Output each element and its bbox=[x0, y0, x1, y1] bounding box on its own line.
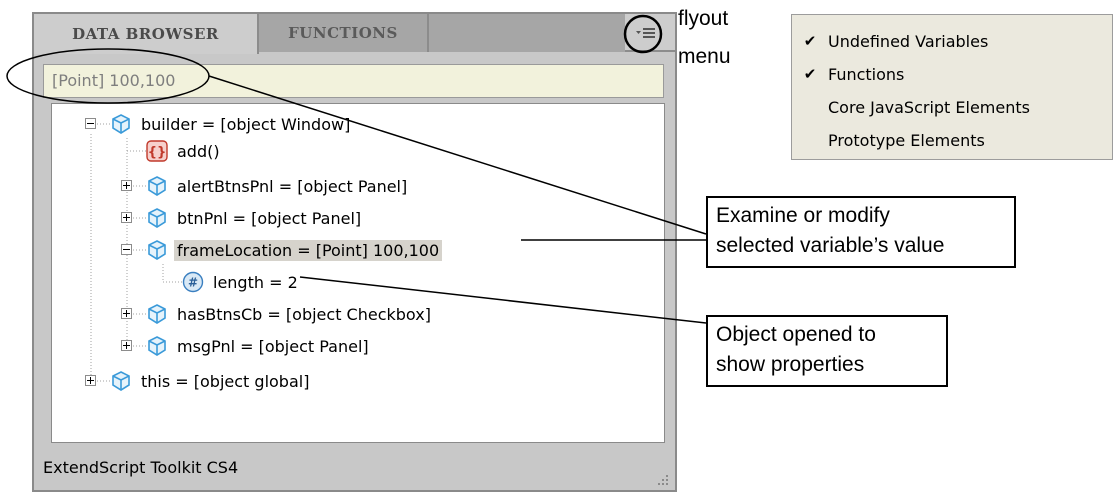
object-cube-icon bbox=[148, 208, 166, 228]
tree-node-label: add() bbox=[177, 141, 220, 161]
data-browser-panel: DATA BROWSER FUNCTIONS [Point] 100,100 b… bbox=[32, 12, 677, 492]
flyout-menu: ✔ Undefined Variables ✔ Functions Core J… bbox=[791, 14, 1113, 160]
callout-line: show properties bbox=[716, 353, 865, 376]
expand-toggle-hasbtnscb[interactable] bbox=[121, 308, 132, 319]
object-cube-icon bbox=[148, 176, 166, 196]
object-cube-icon bbox=[112, 114, 130, 134]
variable-tree: builder = [object Window] {} add() alert… bbox=[51, 103, 665, 443]
object-cube-icon bbox=[148, 240, 166, 260]
menu-item-prototype-elements[interactable]: Prototype Elements bbox=[792, 125, 1112, 155]
callout-examine-value: Examine or modify selected variable’s va… bbox=[706, 196, 1016, 268]
tree-connector-lines bbox=[90, 123, 182, 382]
tree-node-label: alertBtnsPnl = [object Panel] bbox=[177, 176, 408, 196]
collapse-toggle-builder[interactable] bbox=[85, 118, 96, 129]
tree-node-add[interactable]: {} add() bbox=[146, 140, 223, 162]
svg-text:#: # bbox=[188, 276, 198, 290]
svg-text:{}: {} bbox=[148, 145, 167, 160]
tree-node-builder[interactable]: builder = [object Window] bbox=[110, 113, 353, 135]
tree-node-framelocation[interactable]: frameLocation = [Point] 100,100 bbox=[146, 239, 443, 261]
number-hash-icon: # bbox=[182, 271, 204, 293]
tree-node-hasbtnscb[interactable]: hasBtnsCb = [object Checkbox] bbox=[146, 303, 434, 325]
object-cube-icon bbox=[148, 304, 166, 324]
tab-data-browser[interactable]: DATA BROWSER bbox=[34, 14, 259, 54]
menu-item-undefined-variables[interactable]: ✔ Undefined Variables bbox=[792, 26, 1112, 56]
tab-bar-filler bbox=[429, 14, 625, 52]
menu-item-label: Undefined Variables bbox=[828, 31, 989, 51]
tree-node-btnpnl[interactable]: btnPnl = [object Panel] bbox=[146, 207, 364, 229]
tree-node-label: hasBtnsCb = [object Checkbox] bbox=[177, 304, 431, 324]
callout-line: Object opened to bbox=[716, 323, 876, 346]
menu-item-label: Functions bbox=[828, 64, 905, 84]
checkmark-icon: ✔ bbox=[803, 32, 817, 50]
variable-value-field[interactable]: [Point] 100,100 bbox=[43, 64, 664, 98]
tab-bar: DATA BROWSER FUNCTIONS bbox=[34, 14, 675, 54]
expand-toggle-alertbtnspnl[interactable] bbox=[121, 180, 132, 191]
callout-line: selected variable’s value bbox=[716, 234, 945, 257]
expand-toggle-this[interactable] bbox=[85, 375, 96, 386]
annotation-flyout-line1: flyout bbox=[678, 7, 729, 30]
status-text: ExtendScript Toolkit CS4 bbox=[43, 458, 239, 477]
tree-node-label: builder = [object Window] bbox=[141, 114, 351, 134]
tree-node-this[interactable]: this = [object global] bbox=[110, 370, 312, 392]
tree-node-label: this = [object global] bbox=[141, 371, 310, 391]
callout-object-opened: Object opened to show properties bbox=[706, 315, 948, 387]
status-bar: ExtendScript Toolkit CS4 bbox=[34, 446, 675, 490]
annotation-flyout-line2: menu bbox=[678, 45, 731, 68]
tree-node-label: length = 2 bbox=[213, 272, 298, 292]
menu-item-core-javascript-elements[interactable]: Core JavaScript Elements bbox=[792, 92, 1112, 122]
flyout-menu-icon bbox=[636, 28, 655, 38]
tab-functions[interactable]: FUNCTIONS bbox=[259, 14, 429, 52]
expand-toggle-msgpnl[interactable] bbox=[121, 340, 132, 351]
tree-node-msgpnl[interactable]: msgPnl = [object Panel] bbox=[146, 335, 372, 357]
object-cube-icon bbox=[148, 336, 166, 356]
menu-item-label: Core JavaScript Elements bbox=[828, 97, 1030, 117]
collapse-toggle-framelocation[interactable] bbox=[121, 244, 132, 255]
function-braces-icon: {} bbox=[146, 140, 168, 162]
tree-node-label: btnPnl = [object Panel] bbox=[177, 208, 362, 228]
resize-grip-icon[interactable] bbox=[655, 472, 669, 486]
tree-node-length[interactable]: # length = 2 bbox=[182, 271, 301, 293]
tree-node-alertbtnspnl[interactable]: alertBtnsPnl = [object Panel] bbox=[146, 175, 410, 197]
tree-node-label: msgPnl = [object Panel] bbox=[177, 336, 369, 356]
menu-item-label: Prototype Elements bbox=[828, 130, 985, 150]
flyout-menu-button[interactable] bbox=[631, 22, 661, 44]
checkmark-icon: ✔ bbox=[803, 65, 817, 83]
callout-line: Examine or modify bbox=[716, 204, 890, 227]
object-cube-icon bbox=[112, 371, 130, 391]
expand-toggle-btnpnl[interactable] bbox=[121, 212, 132, 223]
menu-item-functions[interactable]: ✔ Functions bbox=[792, 59, 1112, 89]
tree-node-label: frameLocation = [Point] 100,100 bbox=[174, 239, 443, 261]
